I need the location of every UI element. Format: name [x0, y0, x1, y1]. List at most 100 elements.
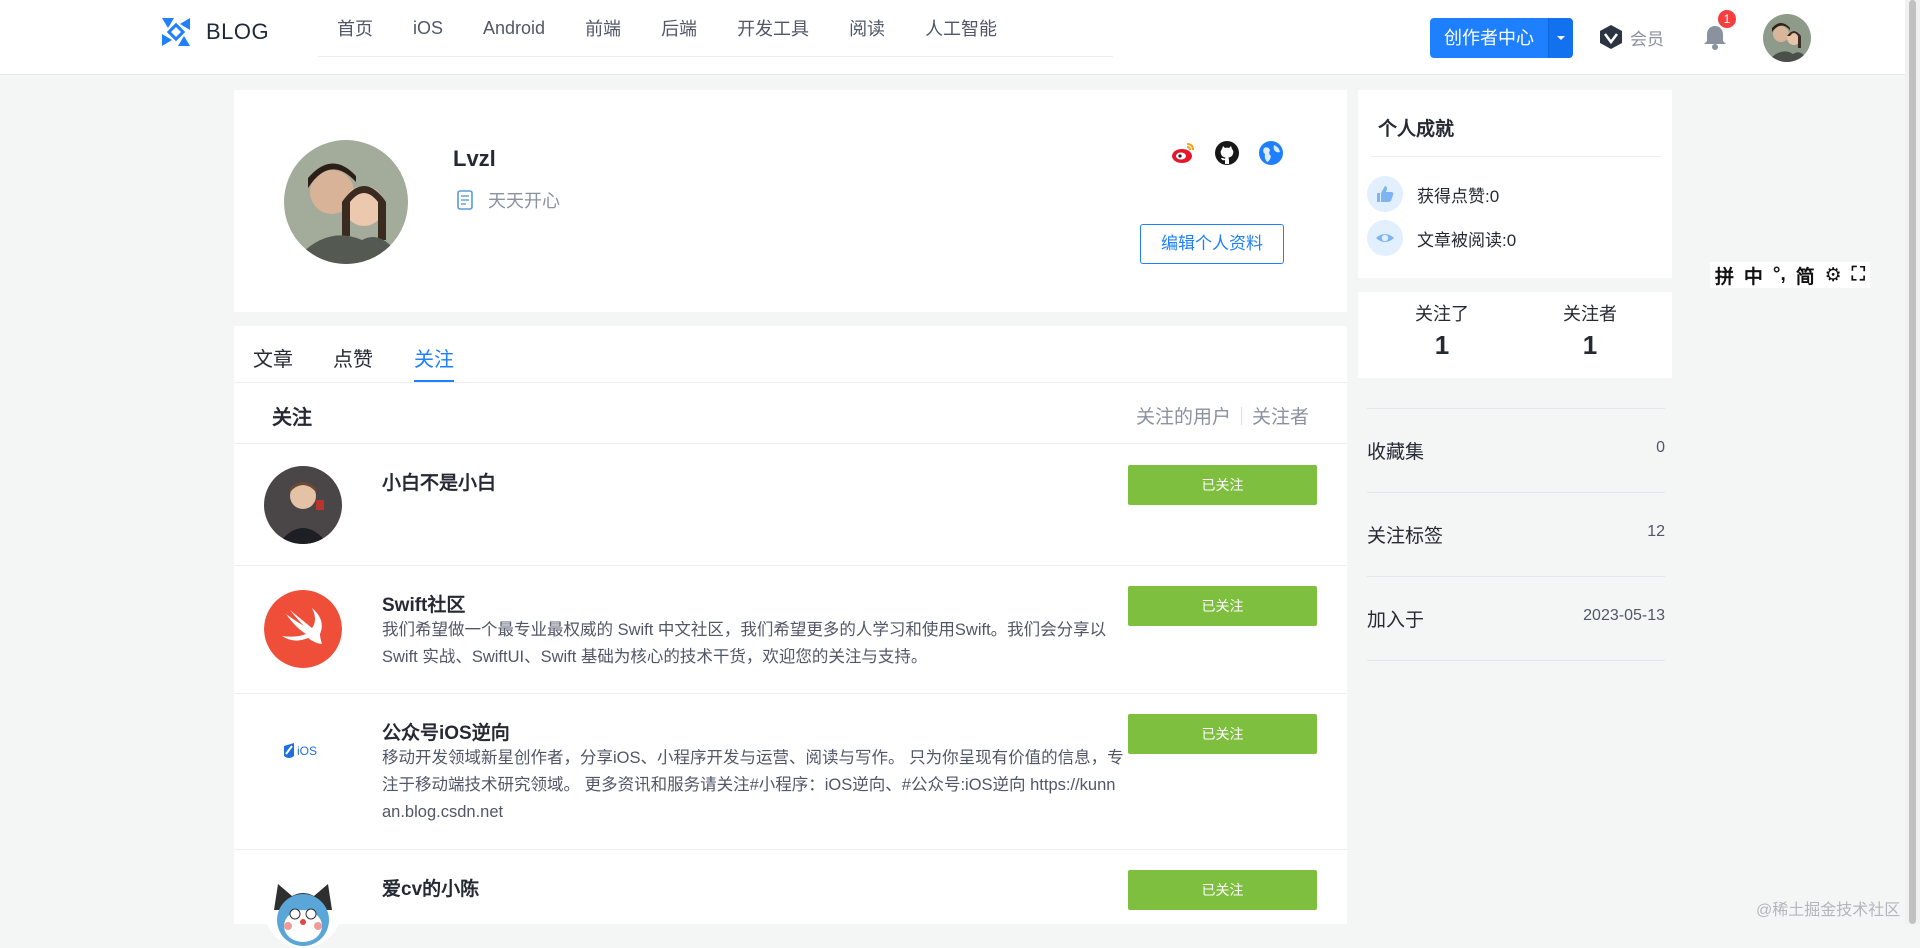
- following-users-link[interactable]: 关注的用户: [1136, 402, 1231, 429]
- profile-avatar-image: [284, 140, 408, 264]
- followers-count: 1: [1582, 330, 1598, 360]
- notification-badge: 1: [1718, 10, 1736, 28]
- intro-doc-icon: [457, 190, 473, 210]
- swift-logo-icon: [264, 590, 342, 668]
- reads-stat: 文章被阅读:0: [1367, 220, 1516, 256]
- list-item[interactable]: iOS 公众号iOS逆向 移动开发领域新星创作者，分享iOS、小程序开发与运营、…: [234, 694, 1347, 850]
- nav-item-ai[interactable]: 人工智能: [925, 15, 997, 41]
- vip-entry[interactable]: 会员: [1598, 24, 1664, 50]
- main-nav: 首页 iOS Android 前端 后端 开发工具 阅读 人工智能: [318, 0, 1113, 57]
- nav-item-backend[interactable]: 后端: [661, 15, 697, 41]
- nav-item-frontend[interactable]: 前端: [585, 15, 621, 41]
- edit-profile-button[interactable]: 编辑个人资料: [1140, 224, 1284, 264]
- creator-dropdown-toggle[interactable]: [1548, 18, 1573, 58]
- caret-down-icon: [1557, 36, 1565, 40]
- ios-shield-logo-icon: iOS: [284, 743, 317, 758]
- github-icon[interactable]: [1214, 140, 1240, 166]
- achievements-card: 个人成就 获得点赞:0 文章被阅读:0: [1358, 90, 1672, 278]
- nav-item-home[interactable]: 首页: [337, 15, 373, 41]
- tab-likes[interactable]: 点赞: [333, 343, 373, 372]
- profile-avatar[interactable]: [284, 140, 408, 264]
- user-avatar[interactable]: [264, 466, 342, 544]
- followed-button[interactable]: 已关注: [1128, 870, 1317, 910]
- top-header: BLOG 首页 iOS Android 前端 后端 开发工具 阅读 人工智能 创…: [0, 0, 1905, 75]
- list-item[interactable]: Swift社区 我们希望做一个最专业最权威的 Swift 中文社区，我们希望更多…: [234, 566, 1347, 694]
- follow-subheader: 关注 关注的用户 关注者: [234, 383, 1347, 444]
- followers-label: 关注者: [1563, 304, 1617, 324]
- follow-counts-card: 关注了 1 关注者 1: [1358, 292, 1672, 378]
- followed-button[interactable]: 已关注: [1128, 465, 1317, 505]
- user-avatar[interactable]: [264, 870, 342, 948]
- tab-following[interactable]: 关注: [414, 343, 454, 372]
- following-count-block[interactable]: 关注了 1: [1367, 300, 1517, 361]
- user-name[interactable]: 爱cv的小陈: [382, 874, 479, 901]
- followed-tags-stat[interactable]: 关注标签 12: [1367, 492, 1665, 576]
- avatar-image: [264, 466, 342, 544]
- eye-icon: [1367, 220, 1403, 256]
- ime-expand-icon[interactable]: ⛶: [1852, 264, 1865, 286]
- user-description: 我们希望做一个最专业最权威的 Swift 中文社区，我们希望更多的人学习和使用S…: [382, 621, 1107, 666]
- followed-button[interactable]: 已关注: [1128, 586, 1317, 626]
- creator-center-button[interactable]: 创作者中心: [1430, 18, 1573, 58]
- logo-text: BLOG: [206, 19, 270, 44]
- ime-pinyin-button[interactable]: 拼: [1715, 262, 1734, 289]
- stat-label: 收藏集: [1367, 442, 1425, 463]
- stat-value: 0: [1656, 439, 1665, 456]
- logo-icon: [162, 18, 190, 46]
- followers-count-block[interactable]: 关注者 1: [1515, 300, 1665, 361]
- nav-item-reading[interactable]: 阅读: [849, 15, 885, 41]
- collections-stat[interactable]: 收藏集 0: [1367, 408, 1665, 492]
- stat-value: 12: [1647, 523, 1665, 540]
- likes-stat: 获得点赞:0: [1367, 176, 1499, 212]
- creator-center-label[interactable]: 创作者中心: [1430, 18, 1548, 58]
- ime-punctuation-button[interactable]: °,: [1773, 264, 1786, 286]
- tab-articles[interactable]: 文章: [253, 343, 293, 372]
- list-item[interactable]: 爱cv的小陈 已关注: [234, 850, 1347, 948]
- stat-label: 加入于: [1367, 610, 1425, 631]
- following-count: 1: [1434, 330, 1450, 360]
- profile-name: Lvzl: [453, 146, 496, 171]
- vip-label: 会员: [1630, 29, 1664, 49]
- divider: [1371, 156, 1661, 157]
- site-logo[interactable]: BLOG: [158, 14, 269, 50]
- user-avatar[interactable]: [264, 590, 342, 668]
- watermark: @稀土掘金技术社区: [1756, 902, 1901, 919]
- active-tab-indicator: [414, 380, 454, 382]
- ime-toolbar: 拼 中 °, 简 ⚙ ⛶: [1710, 262, 1870, 288]
- user-description: 移动开发领域新星创作者，分享iOS、小程序开发与运营、阅读与写作。 只为你呈现有…: [382, 749, 1124, 821]
- social-links: [1170, 140, 1284, 166]
- profile-stat-list: 收藏集 0 关注标签 12 加入于 2023-05-13: [1367, 408, 1665, 661]
- vip-icon: [1600, 25, 1622, 49]
- joined-date-stat: 加入于 2023-05-13: [1367, 576, 1665, 661]
- follow-filter-links: 关注的用户 关注者: [1136, 402, 1309, 429]
- thumbs-up-icon: [1367, 176, 1403, 212]
- nav-item-android[interactable]: Android: [483, 18, 545, 39]
- followed-button[interactable]: 已关注: [1128, 714, 1317, 754]
- scrollbar-thumb[interactable]: [1909, 0, 1916, 924]
- ime-chinese-button[interactable]: 中: [1744, 262, 1763, 289]
- stat-value: 2023-05-13: [1583, 607, 1665, 624]
- achievements-title: 个人成就: [1378, 119, 1455, 140]
- divider: [1240, 406, 1242, 425]
- ime-settings-icon[interactable]: ⚙: [1825, 264, 1842, 287]
- profile-tabs: 文章 点赞 关注: [234, 326, 1347, 383]
- avatar-image: [1763, 14, 1811, 62]
- user-name[interactable]: 小白不是小白: [382, 468, 496, 495]
- nav-item-ios[interactable]: iOS: [413, 18, 443, 39]
- followers-link[interactable]: 关注者: [1252, 402, 1309, 429]
- likes-label: 获得点赞:0: [1417, 186, 1500, 206]
- stat-label: 关注标签: [1367, 526, 1444, 547]
- profile-intro: 天天开心: [456, 187, 560, 213]
- nav-item-devtools[interactable]: 开发工具: [737, 15, 809, 41]
- user-avatar[interactable]: [1763, 14, 1811, 62]
- weibo-icon[interactable]: [1170, 140, 1196, 166]
- following-label: 关注了: [1415, 304, 1469, 324]
- ime-simplified-button[interactable]: 简: [1796, 262, 1815, 289]
- list-item[interactable]: 小白不是小白 已关注: [234, 444, 1347, 566]
- user-avatar[interactable]: iOS: [264, 716, 342, 794]
- user-name[interactable]: 公众号iOS逆向: [382, 718, 510, 745]
- website-icon[interactable]: [1258, 140, 1284, 166]
- user-name[interactable]: Swift社区: [382, 590, 465, 617]
- follow-section-title: 关注: [272, 407, 312, 429]
- ios-logo-text: iOS: [297, 744, 317, 758]
